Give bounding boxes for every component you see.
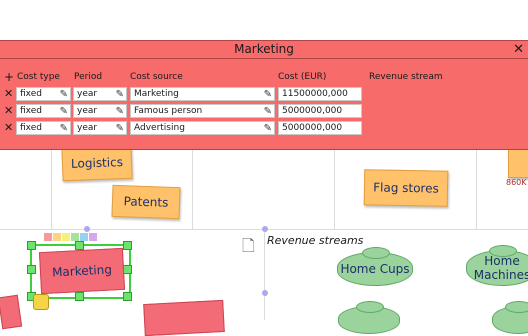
resize-handle[interactable] <box>123 292 132 301</box>
cost-field[interactable]: 5000000,000 <box>278 104 362 118</box>
edit-icon[interactable]: ✎ <box>264 88 272 101</box>
edit-icon[interactable]: ✎ <box>264 105 272 118</box>
color-swatch[interactable] <box>89 233 97 241</box>
color-swatch[interactable] <box>62 233 70 241</box>
period-select[interactable]: year ✎ <box>73 104 127 118</box>
sticky-note-partial[interactable] <box>508 146 528 178</box>
money-bag-label: Home Machines <box>473 253 528 282</box>
color-swatch[interactable] <box>44 233 52 241</box>
edit-icon[interactable]: ✎ <box>116 105 124 118</box>
period-select[interactable]: year ✎ <box>73 87 127 101</box>
tag-icon[interactable] <box>33 294 49 310</box>
canvas-divider <box>51 150 52 230</box>
edit-icon[interactable]: ✎ <box>116 88 124 101</box>
delete-row-icon[interactable]: ✕ <box>4 104 13 117</box>
close-icon[interactable]: ✕ <box>513 41 524 58</box>
edit-icon[interactable]: ✎ <box>60 122 68 135</box>
money-bag-home-machines[interactable]: Home Machines <box>466 245 528 286</box>
edit-icon[interactable]: ✎ <box>116 122 124 135</box>
resize-handle[interactable] <box>123 241 132 250</box>
delete-row-icon[interactable]: ✕ <box>4 87 13 100</box>
resize-handle[interactable] <box>123 265 132 274</box>
resize-handle[interactable] <box>27 241 36 250</box>
money-bag-partial[interactable] <box>338 301 400 334</box>
cost-card-partial[interactable] <box>143 299 225 336</box>
selection-box[interactable] <box>30 244 131 299</box>
panel-title: Marketing <box>234 42 294 56</box>
cost-type-select[interactable]: fixed ✎ <box>16 121 71 135</box>
cost-type-select[interactable]: fixed ✎ <box>16 104 71 118</box>
color-swatch[interactable] <box>80 233 88 241</box>
canvas-divider <box>334 150 335 230</box>
resize-handle[interactable] <box>27 265 36 274</box>
cost-source-field[interactable]: Famous person ✎ <box>130 104 275 118</box>
edit-icon[interactable]: ✎ <box>60 88 68 101</box>
value-label: 860K <box>506 178 527 187</box>
canvas-divider <box>476 150 477 230</box>
edit-icon[interactable]: ✎ <box>264 122 272 135</box>
sticky-note-patents[interactable]: Patents <box>111 184 181 220</box>
column-header-cost: Cost (EUR) <box>278 72 327 82</box>
resize-handle[interactable] <box>75 241 84 250</box>
cost-field[interactable]: 11500000,000 <box>278 87 362 101</box>
delete-row-icon[interactable]: ✕ <box>4 121 13 134</box>
column-header-revenue-stream: Revenue stream <box>369 72 443 82</box>
money-bag-home-cups[interactable]: Home Cups <box>337 247 413 286</box>
sticky-note-label: Flag stores <box>373 180 439 196</box>
cost-type-select[interactable]: fixed ✎ <box>16 87 71 101</box>
column-header-cost-source: Cost source <box>130 72 183 82</box>
canvas-divider <box>264 229 265 320</box>
color-swatch[interactable] <box>53 233 61 241</box>
cost-source-field[interactable]: Marketing ✎ <box>130 87 275 101</box>
money-bag-partial[interactable] <box>492 301 528 334</box>
color-swatch[interactable] <box>71 233 79 241</box>
cost-card-partial[interactable] <box>0 294 23 330</box>
period-select[interactable]: year ✎ <box>73 121 127 135</box>
sticky-note-flag-stores[interactable]: Flag stores <box>363 169 449 207</box>
edit-icon[interactable]: ✎ <box>60 105 68 118</box>
column-header-period: Period <box>74 72 103 82</box>
column-header-cost-type: Cost type <box>17 72 60 82</box>
sticky-note-label: Patents <box>123 194 169 210</box>
cost-detail-panel[interactable]: Marketing ✕ + Cost type Period Cost sour… <box>0 40 528 150</box>
connector-dot[interactable] <box>262 290 268 296</box>
section-title-revenue-streams: Revenue streams <box>267 234 364 247</box>
connector-dot[interactable] <box>262 226 268 232</box>
add-row-icon[interactable]: + <box>4 70 14 84</box>
sticky-note-logistics[interactable]: Logistics <box>61 144 133 182</box>
resize-handle[interactable] <box>75 292 84 301</box>
money-bag-label: Home Cups <box>340 261 410 276</box>
connector-dot[interactable] <box>84 226 90 232</box>
cost-field[interactable]: 5000000,000 <box>278 121 362 135</box>
cost-source-field[interactable]: Advertising ✎ <box>130 121 275 135</box>
sticky-note-label: Logistics <box>70 155 124 171</box>
panel-title-bar[interactable]: Marketing <box>0 41 528 59</box>
document-icon: 🗋 <box>242 236 255 255</box>
canvas-divider <box>192 150 193 230</box>
